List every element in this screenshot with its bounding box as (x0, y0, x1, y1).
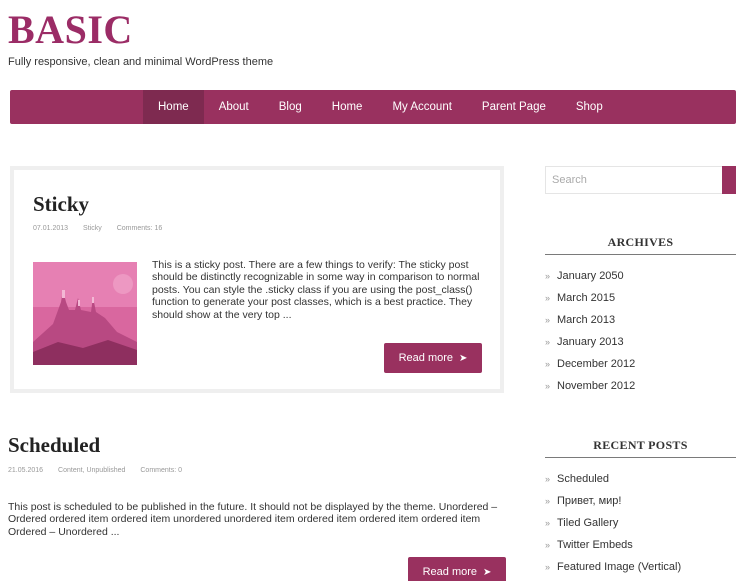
bullet-icon: » (545, 359, 551, 369)
castle-image (33, 262, 137, 365)
bullet-icon: » (545, 293, 551, 303)
post-date: 07.01.2013 (33, 225, 69, 232)
bullet-icon: » (545, 562, 551, 572)
post-meta: 07.01.2013 Sticky Comments: 16 (33, 225, 177, 232)
recent-post-link[interactable]: » Twitter Embeds (545, 534, 736, 556)
arrow-right-icon: ➤ (483, 567, 492, 578)
archive-link[interactable]: » January 2013 (545, 331, 736, 353)
bullet-icon: » (545, 381, 551, 391)
widget-divider (545, 457, 736, 458)
post-comments[interactable]: Comments: 16 (117, 225, 163, 232)
archives-list: » January 2050 » March 2015 » March 2013 » J… (545, 265, 736, 397)
archive-link[interactable]: » March 2015 (545, 287, 736, 309)
arrow-right-icon: ➤ (459, 353, 468, 364)
nav-item-about[interactable]: About (204, 90, 264, 124)
archive-link[interactable]: » March 2013 (545, 309, 736, 331)
nav-menu: Home About Blog Home My Account Parent P… (143, 90, 618, 124)
post-category[interactable]: Content, Unpublished (58, 467, 125, 474)
nav-item-shop[interactable]: Shop (561, 90, 618, 124)
nav-item-blog[interactable]: Blog (264, 90, 317, 124)
bullet-icon: » (545, 271, 551, 281)
bullet-icon: » (545, 315, 551, 325)
archives-widget-title: ARCHIVES (607, 235, 674, 249)
bullet-icon: » (545, 540, 551, 550)
read-more-button[interactable]: Read more ➤ (384, 343, 482, 373)
site-tagline: Fully responsive, clean and minimal Word… (8, 56, 274, 68)
search-button[interactable] (722, 166, 736, 194)
read-more-label: Read more (398, 352, 454, 364)
post-date: 21.05.2016 (8, 467, 44, 474)
post-title-scheduled[interactable]: Scheduled (8, 433, 100, 458)
nav-item-home-2[interactable]: Home (317, 90, 378, 124)
bullet-icon: » (545, 518, 551, 528)
post-category[interactable]: Sticky (83, 225, 102, 232)
archive-link[interactable]: » December 2012 (545, 353, 736, 375)
widget-divider (545, 254, 736, 255)
post-excerpt: This is a sticky post. There are a few t… (152, 259, 480, 321)
main-navigation: Home About Blog Home My Account Parent P… (10, 90, 736, 124)
read-more-label: Read more (422, 566, 478, 578)
post-excerpt-scheduled: This post is scheduled to be published i… (8, 501, 498, 538)
nav-item-home[interactable]: Home (143, 90, 204, 124)
archive-link[interactable]: » January 2050 (545, 265, 736, 287)
bullet-icon: » (545, 474, 551, 484)
bullet-icon: » (545, 337, 551, 347)
recent-posts-widget-title: RECENT POSTS (593, 438, 688, 452)
nav-item-my-account[interactable]: My Account (377, 90, 466, 124)
archive-link[interactable]: » November 2012 (545, 375, 736, 397)
bullet-icon: » (545, 496, 551, 506)
recent-posts-list: » Scheduled » Привет, мир! » Tiled Gallery … (545, 468, 736, 578)
nav-item-parent-page[interactable]: Parent Page (467, 90, 561, 124)
read-more-button-scheduled[interactable]: Read more ➤ (408, 557, 506, 581)
sticky-post-card: Sticky 07.01.2013 Sticky Comments: 16 This… (10, 166, 504, 393)
search-input[interactable]: Search (545, 166, 723, 194)
post-meta-scheduled: 21.05.2016 Content, Unpublished Comments: … (8, 467, 197, 474)
recent-post-link[interactable]: » Scheduled (545, 468, 736, 490)
recent-post-link[interactable]: » Tiled Gallery (545, 512, 736, 534)
recent-post-link[interactable]: » Featured Image (Vertical) (545, 556, 736, 578)
post-comments[interactable]: Comments: 0 (140, 467, 182, 474)
post-thumbnail[interactable] (33, 262, 137, 365)
recent-post-link[interactable]: » Привет, мир! (545, 490, 736, 512)
site-title[interactable]: BASIC (8, 8, 133, 52)
post-title[interactable]: Sticky (33, 192, 89, 217)
